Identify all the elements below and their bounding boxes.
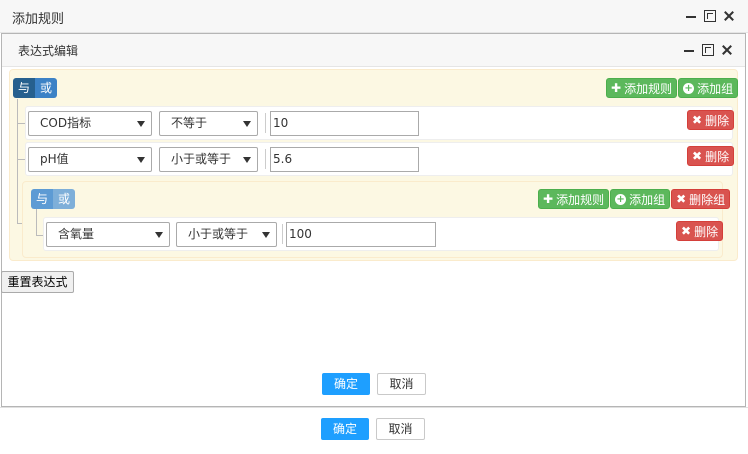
add-group-label: 添加组: [629, 192, 666, 207]
minimize-icon[interactable]: [685, 10, 697, 22]
and-toggle[interactable]: 与: [13, 78, 36, 98]
rule-row: 含氧量 小于或等于 100 ✖ 删除: [43, 217, 724, 251]
rule-row: COD指标 不等于 10 ✖ 删除: [25, 106, 735, 140]
outer-ok-button[interactable]: 确定: [321, 418, 369, 440]
plus-circle-icon: +: [615, 193, 627, 205]
add-group-button[interactable]: + 添加组: [610, 189, 671, 209]
operator-select-value: 不等于: [171, 116, 208, 130]
root-and-or-toggle: 与 或: [13, 78, 58, 98]
sub-group: 与 或 ✚ 添加规则 + 添加组 ✖ 删除组 含氧量 小于或等于 100 ✖ 删…: [22, 181, 731, 258]
tree-line: [17, 99, 18, 224]
delete-rule-button[interactable]: ✖ 删除: [687, 110, 735, 130]
or-toggle[interactable]: 或: [53, 189, 76, 209]
field-select[interactable]: COD指标: [28, 111, 152, 136]
plus-icon: ✚: [543, 192, 554, 206]
outer-window-controls: [685, 10, 735, 22]
operator-select[interactable]: 小于或等于: [176, 222, 277, 247]
value-input[interactable]: 100: [286, 222, 436, 247]
inner-ok-button[interactable]: 确定: [322, 373, 370, 395]
chevron-down-icon: [137, 121, 145, 127]
field-select[interactable]: pH值: [28, 147, 152, 172]
inner-cancel-button[interactable]: 取消: [377, 373, 426, 395]
operator-select[interactable]: 小于或等于: [159, 147, 258, 172]
chevron-down-icon: [243, 157, 251, 163]
times-icon: ✖: [692, 149, 703, 163]
root-group-actions: ✚ 添加规则 + 添加组: [606, 78, 739, 98]
delete-rule-label: 删除: [705, 113, 730, 128]
value-input[interactable]: 5.6: [270, 147, 419, 172]
inner-dialog-title: 表达式编辑: [18, 44, 79, 58]
field-select-value: 含氧量: [58, 227, 95, 241]
and-toggle[interactable]: 与: [31, 189, 54, 209]
sub-group-actions: ✚ 添加规则 + 添加组 ✖ 删除组: [538, 189, 731, 209]
outer-cancel-button[interactable]: 取消: [376, 418, 425, 440]
field-select-value: COD指标: [40, 116, 92, 130]
times-icon: ✖: [692, 113, 703, 127]
add-rule-button[interactable]: ✚ 添加规则: [538, 189, 610, 209]
delete-rule-button[interactable]: ✖ 删除: [687, 146, 735, 166]
delete-group-label: 删除组: [689, 192, 726, 207]
inner-window-controls: [683, 44, 733, 56]
reset-expression-button[interactable]: 重置表达式: [1, 271, 74, 293]
maximize-icon[interactable]: [702, 44, 714, 56]
chevron-down-icon: [155, 232, 163, 238]
divider: [265, 149, 266, 169]
inner-dialog-header: 表达式编辑: [2, 34, 745, 67]
divider: [282, 224, 283, 244]
operator-select-value: 小于或等于: [171, 152, 232, 166]
delete-rule-button[interactable]: ✖ 删除: [676, 221, 724, 241]
delete-rule-label: 删除: [705, 149, 730, 164]
tree-line: [36, 209, 37, 236]
field-select-value: pH值: [40, 152, 69, 166]
minimize-icon[interactable]: [683, 44, 695, 56]
operator-select[interactable]: 不等于: [159, 111, 258, 136]
add-group-label: 添加组: [697, 81, 734, 96]
delete-group-button[interactable]: ✖ 删除组: [671, 189, 731, 209]
outer-dialog-title: 添加规则: [12, 12, 65, 27]
close-icon[interactable]: [723, 10, 735, 22]
chevron-down-icon: [137, 157, 145, 163]
value-input[interactable]: 10: [270, 111, 419, 136]
close-icon[interactable]: [721, 44, 733, 56]
delete-rule-label: 删除: [694, 224, 719, 239]
footer-divider: [0, 407, 748, 408]
operator-select-value: 小于或等于: [188, 227, 249, 241]
sub-and-or-toggle: 与 或: [31, 189, 76, 209]
add-group-button[interactable]: + 添加组: [678, 78, 739, 98]
chevron-down-icon: [262, 232, 270, 238]
plus-circle-icon: +: [683, 82, 695, 94]
add-rule-button[interactable]: ✚ 添加规则: [606, 78, 678, 98]
inner-dialog: 表达式编辑 与 或 ✚ 添加规则 + 添加组 COD指标 不等于 10 ✖ 删除…: [1, 33, 746, 407]
add-rule-label: 添加规则: [624, 81, 673, 96]
chevron-down-icon: [243, 121, 251, 127]
outer-dialog-header: 添加规则: [0, 0, 748, 33]
times-icon: ✖: [681, 224, 692, 238]
plus-icon: ✚: [611, 81, 622, 95]
add-rule-label: 添加规则: [556, 192, 605, 207]
divider: [265, 113, 266, 133]
or-toggle[interactable]: 或: [35, 78, 58, 98]
maximize-icon[interactable]: [704, 10, 716, 22]
times-icon: ✖: [676, 192, 687, 206]
rule-row: pH值 小于或等于 5.6 ✖ 删除: [25, 142, 735, 176]
field-select[interactable]: 含氧量: [46, 222, 170, 247]
